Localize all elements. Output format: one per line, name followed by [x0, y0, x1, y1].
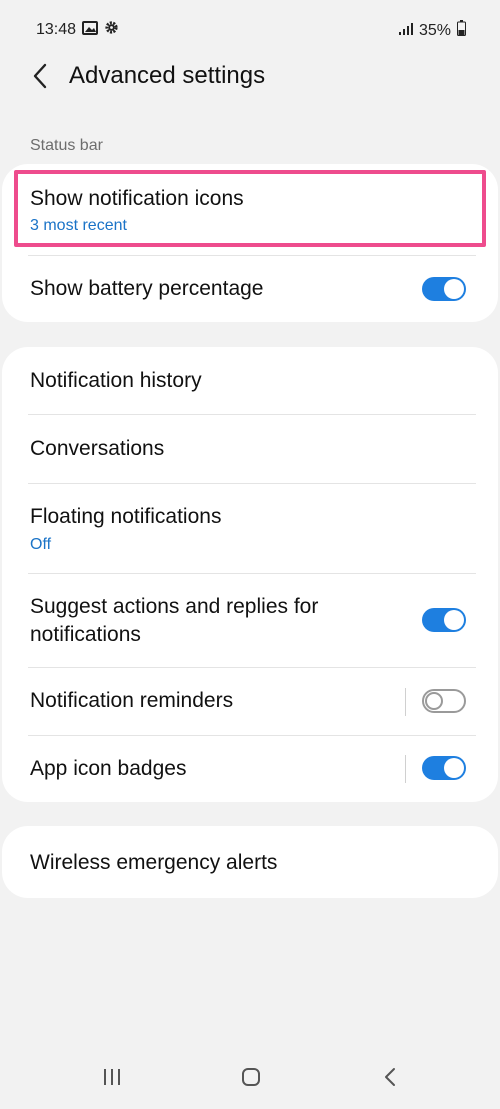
- conversations-label: Conversations: [30, 437, 165, 460]
- wireless-emergency-alerts-item[interactable]: Wireless emergency alerts: [2, 826, 498, 898]
- navigation-bar: [0, 1040, 500, 1109]
- floating-notifications-label: Floating notifications: [30, 505, 222, 528]
- toggle-knob: [444, 610, 464, 630]
- suggest-actions-label-line2: notifications: [30, 623, 141, 646]
- chevron-left-icon: [33, 63, 47, 89]
- wireless-emergency-alerts-label: Wireless emergency alerts: [30, 851, 278, 874]
- recents-button[interactable]: [92, 1062, 132, 1092]
- home-icon: [242, 1068, 260, 1086]
- image-icon: [82, 20, 99, 40]
- vertical-separator: [405, 755, 406, 783]
- notification-history-label: Notification history: [30, 369, 202, 392]
- floating-notifications-value: Off: [30, 536, 52, 553]
- toggle-knob: [444, 279, 464, 299]
- notification-reminders-toggle[interactable]: [422, 689, 466, 713]
- show-battery-percentage-label: Show battery percentage: [30, 277, 264, 300]
- gear-icon: [104, 20, 119, 40]
- signal-icon: [398, 22, 413, 40]
- floating-notifications-item[interactable]: Floating notifications Off: [2, 484, 498, 573]
- suggest-actions-label-line1: Suggest actions and replies for: [30, 595, 319, 618]
- page-title: Advanced settings: [69, 62, 266, 89]
- app-bar: Advanced settings: [0, 60, 500, 116]
- notification-reminders-item[interactable]: Notification reminders: [2, 668, 498, 735]
- vertical-separator: [405, 688, 406, 716]
- battery-percentage: 35%: [418, 21, 451, 39]
- toggle-knob: [444, 758, 464, 778]
- highlight-box: [14, 170, 486, 247]
- battery-percentage-toggle[interactable]: [422, 277, 466, 301]
- notification-reminders-label: Notification reminders: [30, 689, 234, 712]
- clock: 13:48: [36, 21, 77, 38]
- conversations-item[interactable]: Conversations: [2, 415, 498, 482]
- section-label-status-bar: Status bar: [30, 137, 103, 154]
- recents-icon: [104, 1069, 120, 1085]
- home-button[interactable]: [231, 1062, 271, 1092]
- back-nav-button[interactable]: [370, 1062, 410, 1092]
- status-bar-left: 13:48: [36, 20, 119, 40]
- battery-icon: [457, 20, 466, 41]
- status-bar-right: 35%: [398, 20, 466, 41]
- back-button[interactable]: [26, 62, 54, 90]
- emergency-alerts-card: Wireless emergency alerts: [2, 826, 498, 898]
- notifications-settings-card: Notification history Conversations Float…: [2, 347, 498, 802]
- show-battery-percentage-item[interactable]: Show battery percentage: [2, 256, 498, 322]
- app-icon-badges-label: App icon badges: [30, 757, 187, 780]
- back-icon: [385, 1068, 395, 1086]
- app-icon-badges-toggle[interactable]: [422, 756, 466, 780]
- suggest-actions-item[interactable]: Suggest actions and replies for notifica…: [2, 574, 498, 667]
- app-icon-badges-item[interactable]: App icon badges: [2, 736, 498, 802]
- notification-history-item[interactable]: Notification history: [2, 347, 498, 414]
- suggest-actions-toggle[interactable]: [422, 608, 466, 632]
- toggle-knob: [425, 692, 443, 710]
- status-bar: 13:48 35%: [0, 0, 500, 60]
